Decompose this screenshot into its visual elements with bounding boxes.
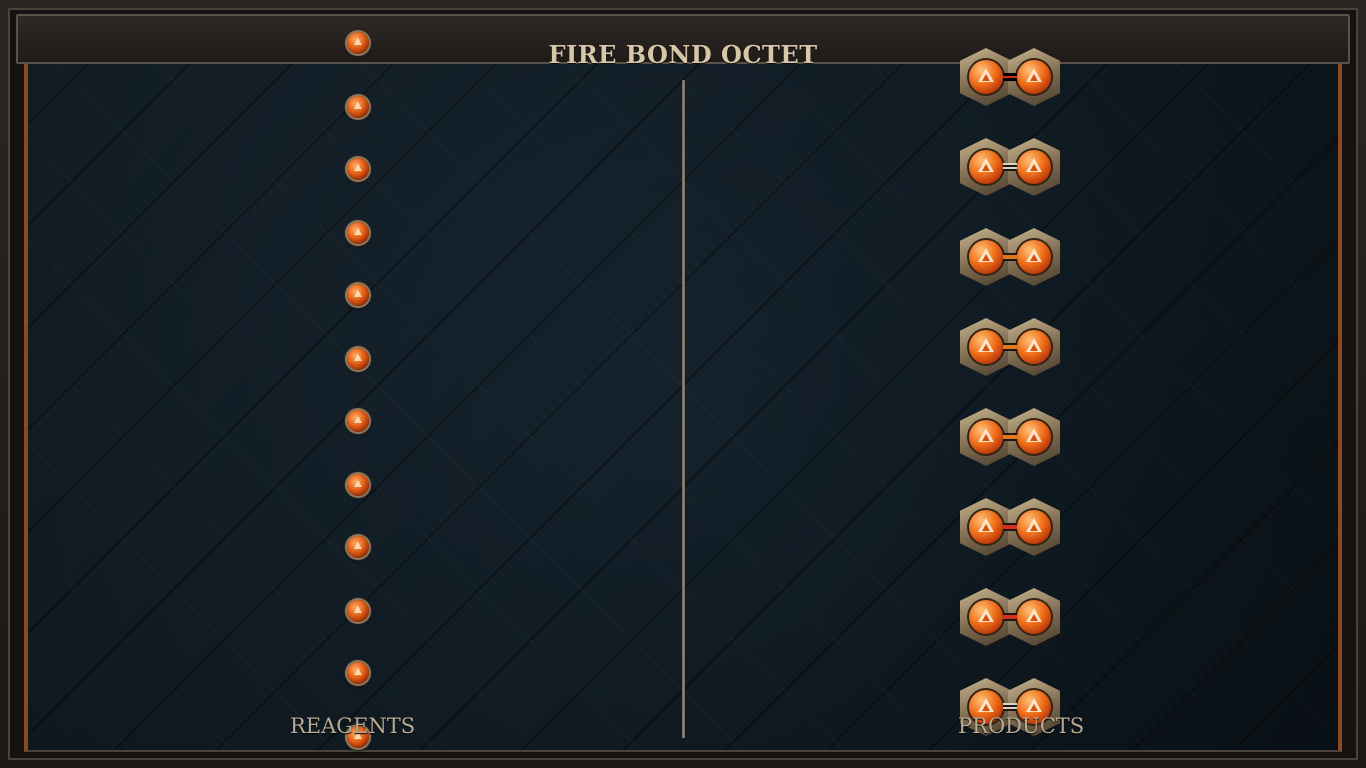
reagents-label: REAGENTS	[290, 714, 416, 738]
bond-single	[1003, 73, 1017, 81]
fire-molecule[interactable]	[960, 588, 1060, 646]
bond-double	[1003, 163, 1017, 171]
fire-atom-icon	[1015, 58, 1053, 96]
fire-molecule[interactable]	[960, 318, 1060, 376]
fire-molecule[interactable]	[960, 48, 1060, 106]
fire-atom-icon	[967, 148, 1005, 186]
products-label: PRODUCTS	[958, 714, 1085, 738]
bond-red	[1003, 613, 1017, 621]
fire-molecule[interactable]	[960, 408, 1060, 466]
bond-double	[1003, 703, 1017, 711]
fire-atom-icon	[1015, 508, 1053, 546]
fire-atom-icon[interactable]	[347, 662, 369, 684]
fire-atom-icon[interactable]	[347, 600, 369, 622]
fire-molecule[interactable]	[960, 138, 1060, 196]
fire-atom-icon[interactable]	[347, 536, 369, 558]
fire-atom-icon	[1015, 148, 1053, 186]
bond-orange	[1003, 253, 1017, 261]
fire-atom-icon	[967, 238, 1005, 276]
bond-orange	[1003, 433, 1017, 441]
fire-atom-icon[interactable]	[347, 222, 369, 244]
fire-atom-icon	[1015, 238, 1053, 276]
fire-molecule[interactable]	[960, 228, 1060, 286]
title-bar: FIRE BOND OCTET	[16, 14, 1350, 69]
fire-atom-icon	[1015, 418, 1053, 456]
fire-atom-icon[interactable]	[347, 96, 369, 118]
fire-atom-icon	[967, 508, 1005, 546]
bond-red	[1003, 523, 1017, 531]
fire-atom-icon[interactable]	[347, 284, 369, 306]
fire-atom-icon[interactable]	[347, 474, 369, 496]
fire-atom-icon	[967, 418, 1005, 456]
fire-atom-icon[interactable]	[347, 348, 369, 370]
fire-atom-icon	[967, 598, 1005, 636]
fire-atom-icon	[1015, 328, 1053, 366]
fire-atom-icon[interactable]	[347, 32, 369, 54]
column-divider	[682, 80, 685, 738]
fire-molecule[interactable]	[960, 498, 1060, 556]
fire-atom-icon[interactable]	[347, 158, 369, 180]
bond-orange	[1003, 343, 1017, 351]
fire-atom-icon	[1015, 598, 1053, 636]
fire-atom-icon	[967, 328, 1005, 366]
fire-atom-icon[interactable]	[347, 410, 369, 432]
fire-atom-icon	[967, 58, 1005, 96]
